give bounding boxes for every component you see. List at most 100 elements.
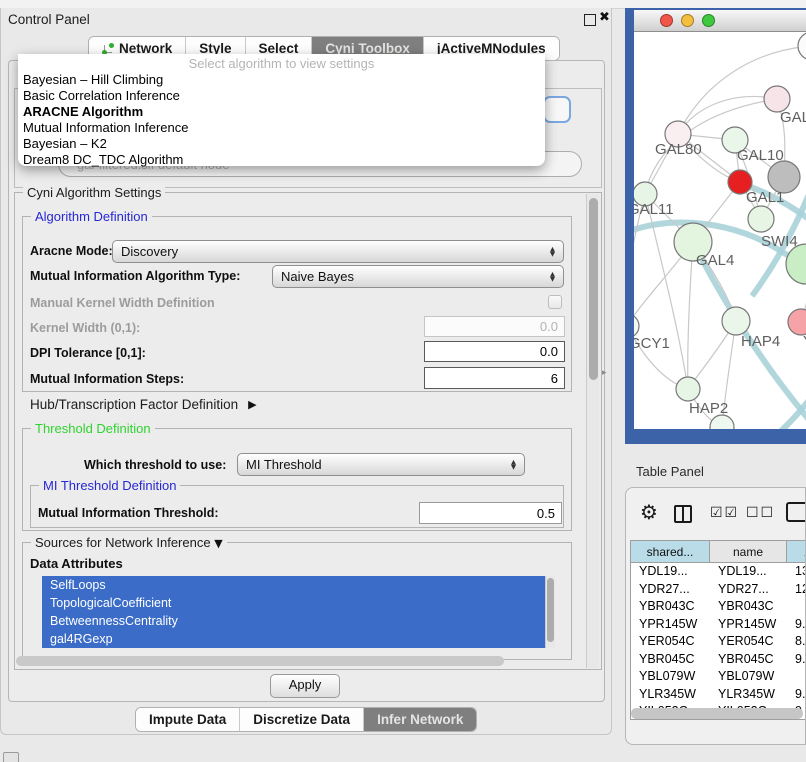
table-cell: YDR27...	[710, 581, 787, 599]
panel-corner-icon[interactable]	[3, 752, 19, 762]
which-threshold-combo[interactable]: MI Threshold ▲▼	[237, 453, 525, 476]
network-icon	[102, 43, 114, 55]
cyni-bottom-tabs: Impute DataDiscretize DataInfer Network	[135, 707, 477, 732]
table-row[interactable]: YBL079WYBL079W	[631, 668, 806, 686]
network-node-label: GAL80	[655, 141, 702, 158]
table-cell: YBL079W	[631, 668, 710, 686]
mi-steps-field[interactable]: 6	[424, 367, 565, 389]
kernel-width-field[interactable]: 0.0	[424, 316, 565, 337]
table-cell	[787, 598, 806, 616]
dropdown-item-dream8-dc-tdc-algorithm[interactable]: Dream8 DC_TDC Algorithm	[18, 152, 545, 168]
table-cell	[787, 668, 806, 686]
table-cell: YBR045C	[710, 651, 787, 669]
mi-threshold-field[interactable]: 0.5	[419, 502, 562, 524]
settings-group-title: Cyni Algorithm Settings	[23, 185, 165, 200]
table-cell: 13	[787, 563, 806, 581]
network-node[interactable]	[798, 32, 806, 60]
manual-kernel-label: Manual Kernel Width Definition	[30, 296, 215, 310]
dropdown-item-bayesian-k2[interactable]: Bayesian – K2	[18, 136, 545, 152]
table-cell: 9.	[787, 686, 806, 704]
table-cell: YBR043C	[710, 598, 787, 616]
table-row[interactable]: YBR043CYBR043C	[631, 598, 806, 616]
combo-arrows-icon: ▲▼	[550, 247, 555, 257]
network-node-swi4[interactable]	[786, 244, 806, 284]
table-row[interactable]: YER054CYER054C8.	[631, 633, 806, 651]
table-cell: YBL079W	[710, 668, 787, 686]
dropdown-item-aracne-algorithm[interactable]: ARACNE Algorithm	[18, 104, 545, 120]
table-hscrollbar[interactable]	[631, 708, 803, 719]
attribute-item-gal4rgexp[interactable]: gal4RGexp	[42, 630, 545, 648]
network-node-label: GCY1	[634, 335, 670, 352]
network-node-gal1[interactable]	[748, 206, 774, 232]
network-canvas[interactable]: GALGAL80GAL10GAL1GAL11GAL4SWI4GCY1HAP4YH…	[634, 32, 806, 429]
table-cell: YBR045C	[631, 651, 710, 669]
column-header-shared-[interactable]: shared...	[631, 541, 710, 563]
mi-type-combo[interactable]: Naive Bayes ▲▼	[272, 265, 564, 288]
float-window-icon[interactable]	[584, 14, 596, 26]
kernel-width-label: Kernel Width (0,1):	[30, 321, 140, 335]
settings-vscrollbar[interactable]	[586, 194, 599, 668]
mi-type-label: Mutual Information Algorithm Type:	[30, 269, 240, 283]
apply-button[interactable]: Apply	[270, 674, 340, 698]
which-threshold-label: Which threshold to use:	[84, 458, 226, 472]
aracne-mode-combo[interactable]: Discovery ▲▼	[112, 240, 564, 263]
column-header-a[interactable]: A	[787, 541, 806, 563]
function-builder-icon[interactable]	[786, 502, 806, 522]
splitter-handle-icon[interactable]: ▸	[602, 368, 607, 378]
deselect-all-checkboxes-icon[interactable]: ☐☐	[746, 505, 775, 521]
network-node-label: SWI4	[761, 233, 798, 250]
table-cell: 9.	[787, 616, 806, 634]
attribute-item-betweennesscentrality[interactable]: BetweennessCentrality	[42, 612, 545, 630]
table-row[interactable]: YPR145WYPR145W9.	[631, 616, 806, 634]
close-traffic-light-icon[interactable]	[660, 14, 673, 27]
network-node-label: GAL4	[696, 252, 734, 269]
table-cell: YLR345W	[631, 686, 710, 704]
gear-icon[interactable]: ⚙	[640, 500, 658, 524]
dpi-tolerance-field[interactable]: 0.0	[424, 341, 565, 362]
algorithm-combo-fragment[interactable]	[543, 96, 571, 123]
table-cell: YBR043C	[631, 598, 710, 616]
table-row[interactable]: YBR045CYBR045C9.	[631, 651, 806, 669]
table-cell: 12	[787, 581, 806, 599]
column-header-name[interactable]: name	[710, 541, 787, 563]
close-icon[interactable]: ✖	[599, 10, 610, 25]
table-cell: YDL19...	[631, 563, 710, 581]
mi-threshold-group-title: MI Threshold Definition	[39, 478, 180, 493]
column-view-icon[interactable]	[674, 505, 692, 523]
dropdown-item-bayesian-hill-climbing[interactable]: Bayesian – Hill Climbing	[18, 72, 545, 88]
table-row[interactable]: YDL19...YDL19...13	[631, 563, 806, 581]
tab-discretize-data[interactable]: Discretize Data	[239, 708, 363, 731]
network-window-titlebar[interactable]	[634, 10, 806, 32]
attribute-item-topologicalcoefficient[interactable]: TopologicalCoefficient	[42, 594, 545, 612]
network-node-label: HAP4	[741, 333, 780, 350]
manual-kernel-checkbox[interactable]	[548, 295, 562, 309]
aracne-mode-label: Aracne Mode:	[30, 244, 113, 258]
dropdown-item-mutual-information-inference[interactable]: Mutual Information Inference	[18, 120, 545, 136]
combo-arrows-icon: ▲▼	[511, 460, 516, 470]
dropdown-item-basic-correlation-inference[interactable]: Basic Correlation Inference	[18, 88, 545, 104]
collapse-arrow-icon[interactable]: ▼	[214, 537, 222, 550]
zoom-traffic-light-icon[interactable]	[702, 14, 715, 27]
network-edge[interactable]	[688, 242, 693, 389]
network-node[interactable]	[710, 415, 734, 429]
table-cell: 9.	[787, 651, 806, 669]
network-node-hap4[interactable]	[722, 307, 750, 335]
network-node-y[interactable]	[788, 309, 806, 335]
tab-infer-network[interactable]: Infer Network	[363, 708, 476, 731]
settings-hscrollbar[interactable]	[16, 656, 504, 666]
network-node-label: GAL	[780, 109, 806, 126]
hub-definition-toggle[interactable]: Hub/Transcription Factor Definition ▶	[30, 397, 257, 412]
attribute-item-selfloops[interactable]: SelfLoops	[42, 576, 545, 594]
dropdown-prompt: Select algorithm to view settings	[18, 56, 545, 72]
table-row[interactable]: YLR345WYLR345W9.	[631, 686, 806, 704]
table-row[interactable]: YDR27...YDR27...12	[631, 581, 806, 599]
table-cell: YDL19...	[710, 563, 787, 581]
mi-threshold-label: Mutual Information Threshold:	[38, 506, 219, 520]
select-all-checkboxes-icon[interactable]: ☑☑	[710, 505, 739, 521]
tab-impute-data[interactable]: Impute Data	[136, 708, 239, 731]
algorithm-definition-title: Algorithm Definition	[31, 209, 152, 224]
attributes-scrollbar[interactable]	[545, 576, 555, 648]
network-node-hap2[interactable]	[676, 377, 700, 401]
minimize-traffic-light-icon[interactable]	[681, 14, 694, 27]
threshold-definition-title: Threshold Definition	[31, 421, 155, 436]
